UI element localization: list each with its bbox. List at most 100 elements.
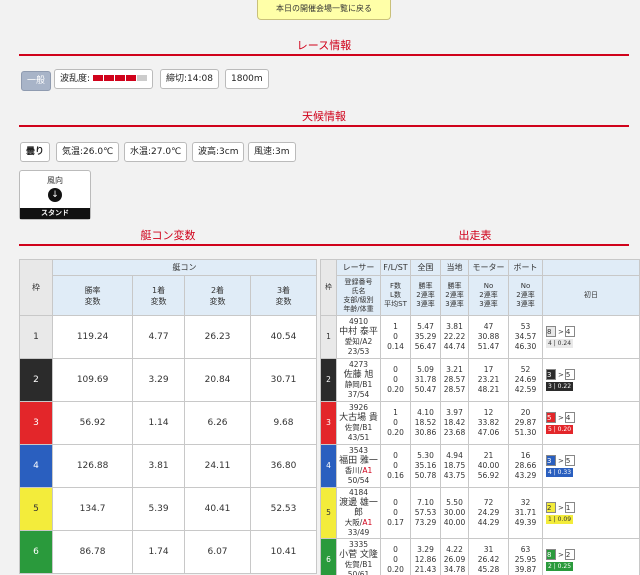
fls-cell-line: 0 (393, 332, 398, 341)
motor-cell-line: 45.28 (477, 565, 500, 574)
local-cell-line: 26.09 (443, 555, 466, 564)
national-cell-line: 35.16 (414, 461, 437, 470)
racer-branch: 大阪/A1 (344, 518, 373, 527)
day1-rank: 4 (564, 412, 575, 423)
racer-branch: 佐賀/B1 (344, 423, 373, 432)
boat-cell-line: 46.30 (514, 342, 537, 351)
arrow-down-icon: ↓ (48, 188, 62, 202)
boatcon-value: 40.54 (250, 315, 317, 359)
national-cell-line: 30.86 (414, 428, 437, 437)
back-to-venues-button[interactable]: 本日の開催会場一覧に戻る (257, 0, 391, 20)
racer-name[interactable]: 小菅 文隆 (337, 550, 380, 560)
racer-age: 37/54 (347, 390, 370, 399)
motor-cell-line: 30.88 (477, 332, 500, 341)
boatcon-value: 40.41 (184, 487, 251, 531)
racer-cell: 3926 大古場 貴佐賀/B1 43/51 (336, 401, 381, 445)
national-cell-line: 21.43 (414, 565, 437, 574)
col-waku: 枠 (19, 259, 53, 316)
turbulence-segment (93, 75, 104, 81)
local-cell: 4.22 26.09 34.78 (440, 538, 469, 575)
waku-cell: 2 (19, 358, 53, 402)
racer-reg: 4910 (348, 317, 369, 326)
local-cell: 3.97 18.42 23.68 (440, 401, 469, 445)
racer-reg: 4184 (348, 488, 369, 497)
fls-cell-line: 0.20 (387, 385, 404, 394)
boat-cell-line: 53 (520, 322, 531, 331)
motor-cell: 21 40.00 56.92 (468, 444, 509, 488)
turbulence-segment (104, 75, 115, 81)
local-cell-line: 3.21 (446, 365, 463, 374)
national-cell-line: 4.10 (417, 408, 434, 417)
racer-name[interactable]: 大古場 貴 (337, 413, 380, 423)
waku-cell: 6 (320, 538, 337, 575)
racer-cell: 3335 小菅 文隆 佐賀/B1 50/61 (336, 538, 381, 575)
fls-cell-line: 0.20 (387, 565, 404, 574)
table-row: 5 134.7 5.39 40.41 52.53 (19, 487, 317, 531)
local-cell-line: 18.75 (443, 461, 466, 470)
racer-reg: 3543 (348, 446, 369, 455)
local-cell-line: 40.00 (443, 518, 466, 527)
boat-con-table: 枠 艇コン 勝率 変数 1着 変数 2着 変数 3着 変数 1 119.24 4.77 26… (19, 259, 317, 574)
day1-cell: 5 >4 5 | 0.20 (542, 401, 640, 445)
waku-cell: 1 (19, 315, 53, 359)
boat-cell-line: 16 (520, 451, 531, 460)
col-boatcon-3: 3着 変数 (250, 275, 317, 316)
motor-cell-line: 31 (483, 545, 494, 554)
national-cell-line: 50.47 (414, 385, 437, 394)
racer-name[interactable]: 福田 雅一 (337, 456, 380, 466)
entries-title: 出走表 (458, 229, 492, 242)
fls-cell-line: 0 (393, 375, 398, 384)
day1-course-line: 8 >2 (546, 549, 639, 560)
stand-label: スタンド (20, 208, 90, 219)
day1-rank: 5 (564, 369, 575, 380)
local-cell-line: 22.22 (443, 332, 466, 341)
boat-cell: 16 28.66 43.29 (508, 444, 543, 488)
entries-table: 枠 レーサー F/L/ST 全国 当地 モーター ボート 登録番号 氏名 支部/… (320, 259, 640, 575)
fls-cell-line: 1 (393, 408, 398, 417)
national-cell-line: 5.30 (417, 451, 434, 460)
boat-cell-line: 51.30 (514, 428, 537, 437)
turbulence-segment (126, 75, 137, 81)
boat-cell-line: 32 (520, 498, 531, 507)
racer-name[interactable]: 佐藤 旭 (337, 370, 380, 380)
distance-chip: 1800m (225, 69, 269, 89)
fls-cell: 0 0 0.20 (380, 538, 411, 575)
col-national: 全国 (410, 259, 441, 276)
wind-direction-label: 風向 (47, 176, 63, 185)
boat-cell-line: 63 (520, 545, 531, 554)
boatcon-value: 1.14 (132, 401, 186, 445)
racer-cell: 3543 福田 雅一 香川/A1 50/54 (336, 444, 381, 488)
boatcon-value: 36.80 (250, 444, 317, 488)
boat-cell-line: 34.57 (514, 332, 537, 341)
boatcon-value: 3.29 (132, 358, 186, 402)
turbulence-bar (92, 74, 148, 84)
fls-cell: 0 0 0.20 (380, 358, 411, 402)
deadline-chip: 締切:14:08 (160, 69, 219, 89)
racer-name[interactable]: 渡邊 雄一郎 (337, 498, 380, 518)
col-racer: レーサー (336, 259, 381, 276)
boat-cell: 20 29.87 51.30 (508, 401, 543, 445)
racer-age: 50/54 (347, 476, 370, 485)
table-row: 5 4184 渡邊 雄一郎 大阪/A1 33/49 0 0 0.17 7.10 57.53 73.2… (320, 487, 640, 539)
waku-cell: 5 (320, 487, 337, 539)
motor-cell-line: 12 (483, 408, 494, 417)
motor-cell: 72 24.29 44.29 (468, 487, 509, 539)
racer-name[interactable]: 中村 泰平 (337, 327, 380, 337)
fls-cell-line: 0 (393, 498, 398, 507)
grade-badge: 一般 (21, 71, 52, 91)
motor-cell: 17 23.21 48.21 (468, 358, 509, 402)
day1-rank: 5 (564, 455, 575, 466)
motor-cell-line: 47 (483, 322, 494, 331)
national-cell-line: 31.78 (414, 375, 437, 384)
motor-cell-line: 48.21 (477, 385, 500, 394)
fls-cell-line: 0 (393, 461, 398, 470)
fls-cell-line: 0.14 (387, 342, 404, 351)
local-cell-line: 28.57 (443, 375, 466, 384)
turbulence-label: 波乱度: (60, 74, 91, 84)
col-national-sub: 勝率 2連率 3連率 (410, 275, 441, 316)
col-group-boatcon: 艇コン (52, 259, 317, 276)
day1-course: 3 (546, 369, 556, 380)
motor-cell-line: 44.29 (477, 518, 500, 527)
day1-course: 8 (546, 549, 556, 560)
boatcon-value: 9.68 (250, 401, 317, 445)
